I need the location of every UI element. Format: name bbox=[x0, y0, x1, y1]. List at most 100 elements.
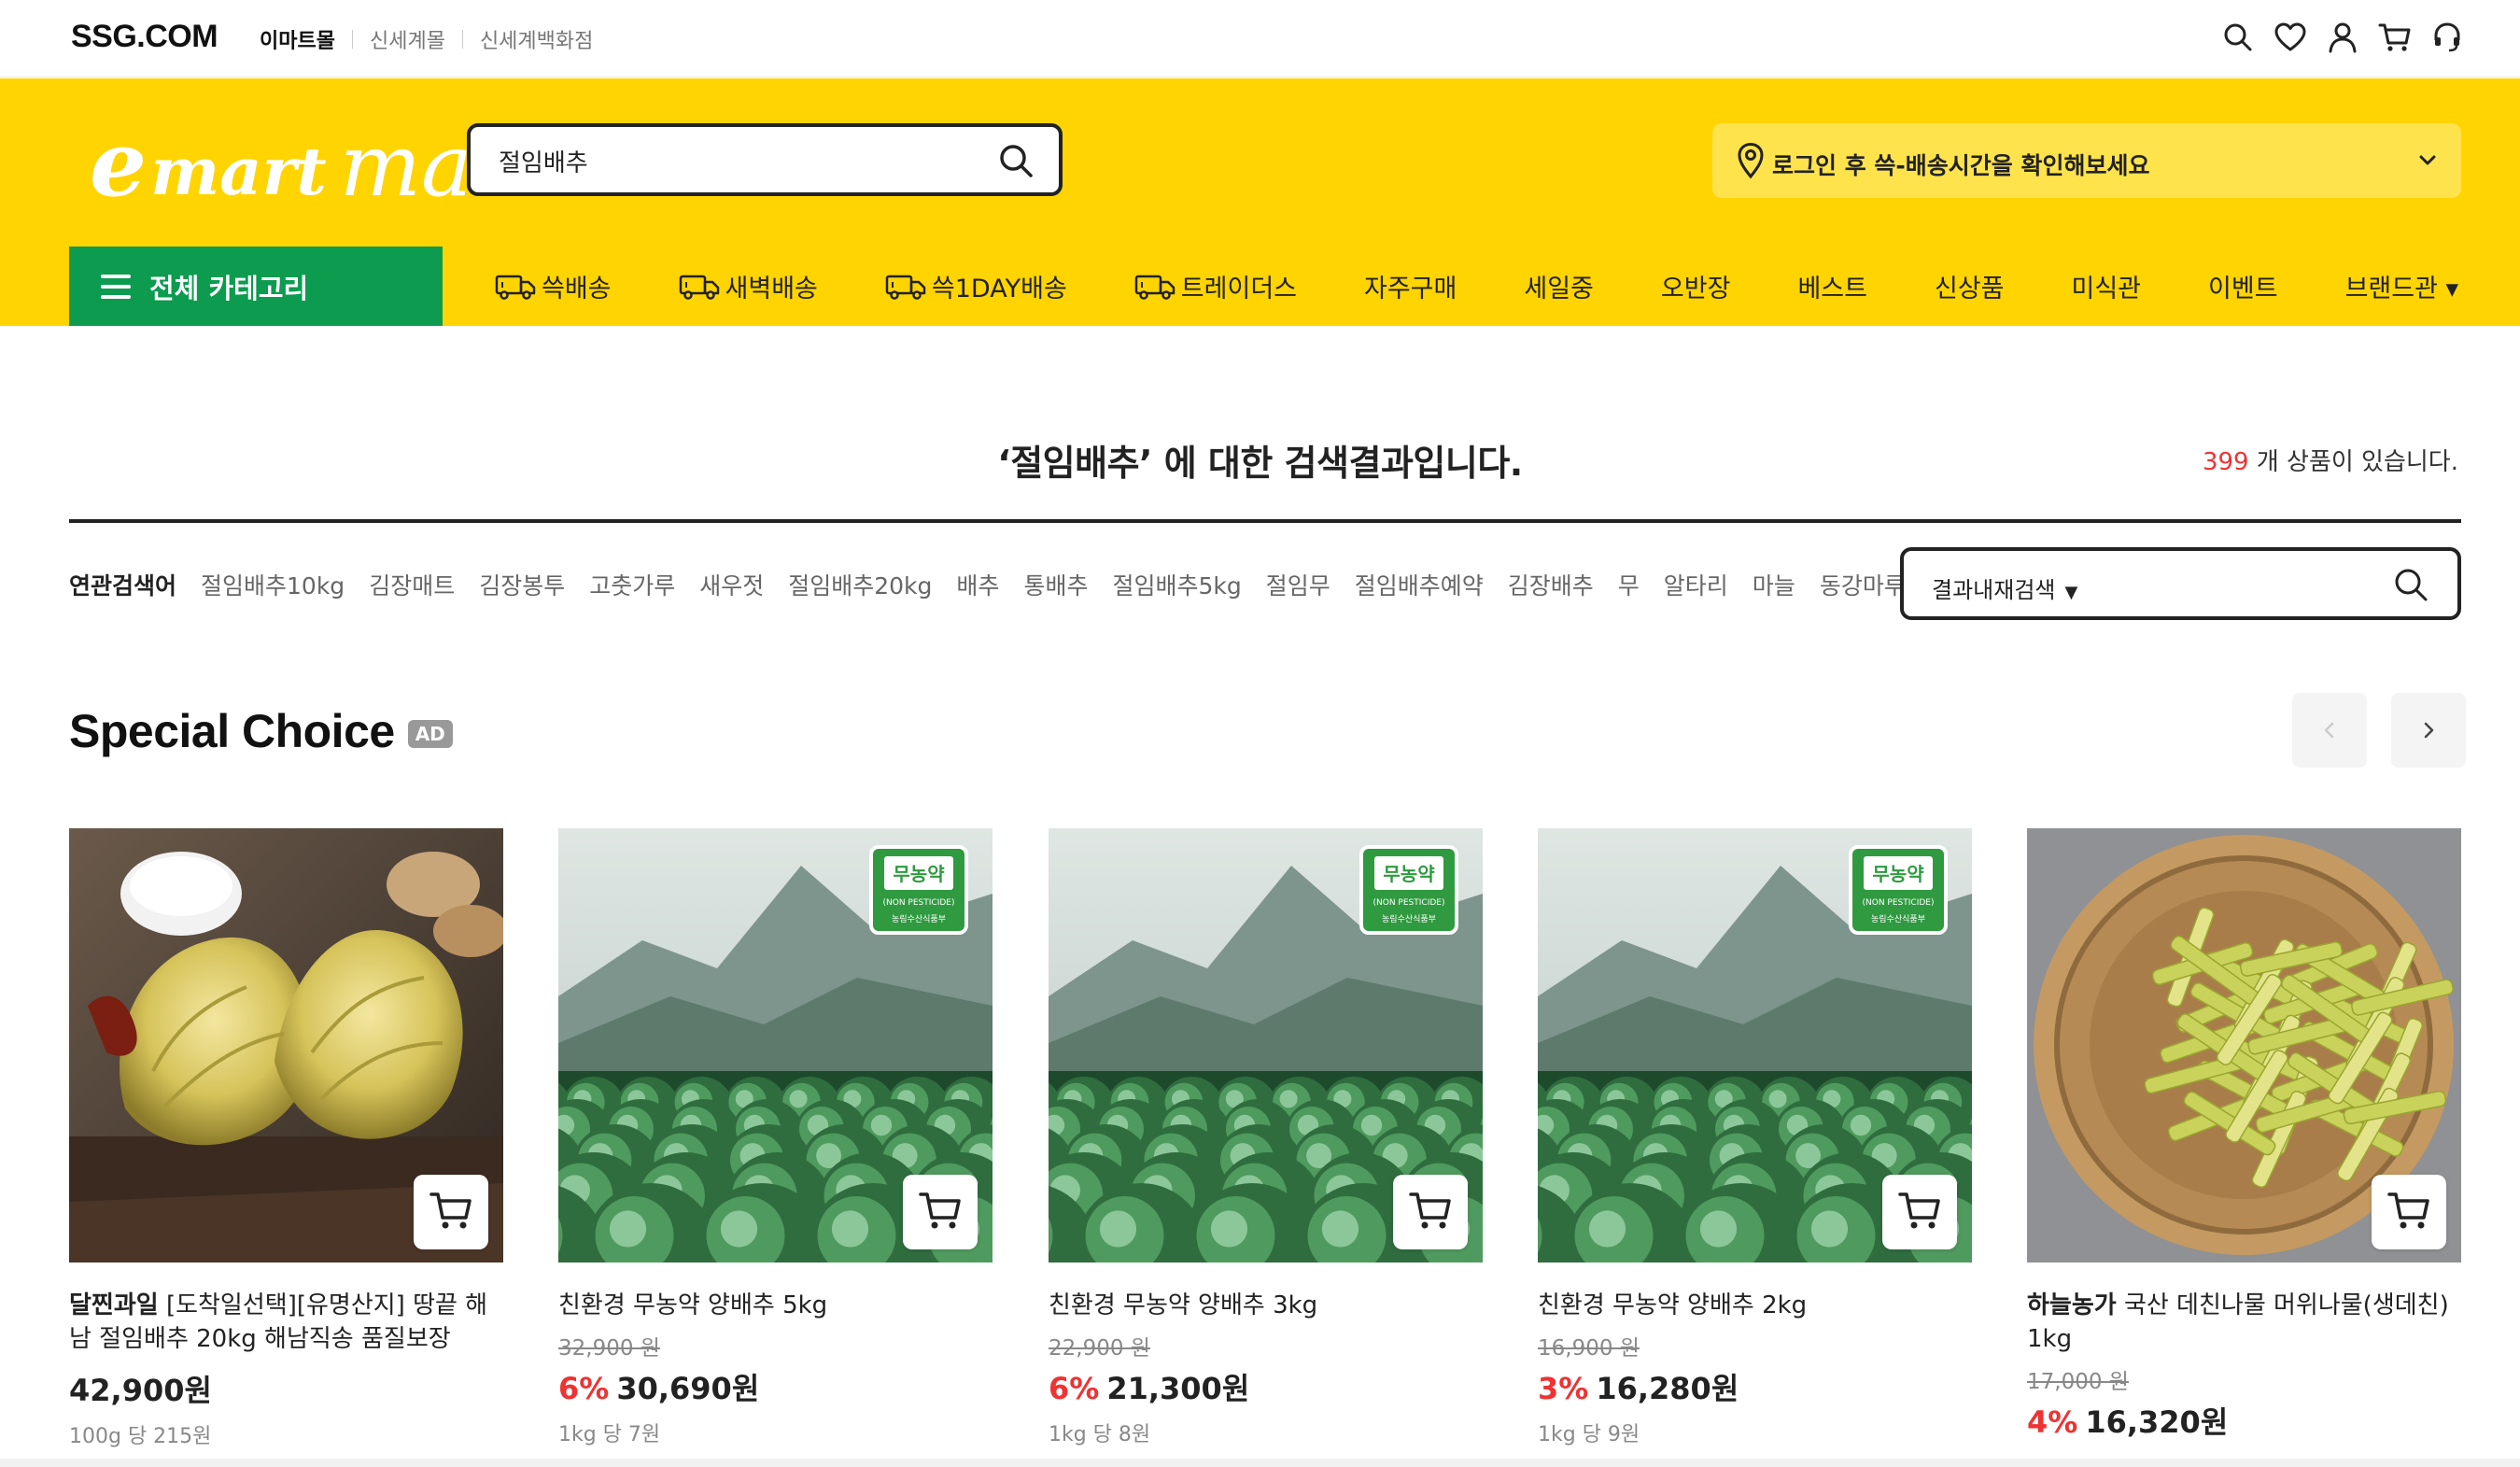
product-image[interactable] bbox=[2027, 828, 2461, 1262]
nav-item[interactable]: 베스트 bbox=[1797, 268, 1867, 304]
add-to-cart-button[interactable] bbox=[1393, 1175, 1468, 1249]
cart-icon bbox=[2386, 1190, 2431, 1234]
related-keyword[interactable]: 절임배추20kg bbox=[788, 568, 932, 601]
all-category-button[interactable]: 전체 카테고리 bbox=[69, 247, 443, 326]
section-title: Special Choice bbox=[69, 705, 395, 757]
product-image[interactable]: 무농약 (NON PESTICIDE) 농림수산식품부 bbox=[1049, 828, 1483, 1262]
nav-item-label: 오반장 bbox=[1660, 275, 1731, 303]
nav-item[interactable]: 쓱배송 bbox=[495, 268, 612, 304]
product-card[interactable]: 무농약 (NON PESTICIDE) 농림수산식품부친환경 무농약 양배추 2kg… bbox=[1538, 828, 1972, 1447]
top-bar: SSG.COM 이마트몰 신세계몰 신세계백화점 bbox=[0, 0, 2520, 78]
product-card[interactable]: 무농약 (NON PESTICIDE) 농림수산식품부친환경 무농약 양배추 5kg… bbox=[558, 828, 993, 1447]
product-name[interactable]: 달찐과일 [도착일선택][유명산지] 땅끝 해남 절임배추 20kg 해남직송 … bbox=[69, 1289, 503, 1356]
headset-icon[interactable] bbox=[2430, 19, 2464, 56]
add-to-cart-button[interactable] bbox=[414, 1175, 488, 1249]
caret-down-icon: ▼ bbox=[2064, 583, 2078, 602]
related-keyword[interactable]: 절임배추5kg bbox=[1112, 568, 1241, 601]
price-value: 42,900원 bbox=[69, 1373, 212, 1408]
product-title: 친환경 무농약 양배추 2kg bbox=[1538, 1291, 1808, 1319]
search-input[interactable] bbox=[499, 144, 984, 177]
related-keyword[interactable]: 절임무 bbox=[1266, 568, 1330, 601]
add-to-cart-button[interactable] bbox=[2372, 1175, 2446, 1249]
related-keyword[interactable]: 무 bbox=[1618, 568, 1640, 601]
nav-item[interactable]: 신상품 bbox=[1935, 268, 2005, 304]
location-pin-icon bbox=[1735, 142, 1768, 179]
discount-rate: 4% bbox=[2027, 1404, 2078, 1440]
related-keyword[interactable]: 김장봉투 bbox=[479, 568, 565, 601]
related-keyword[interactable]: 배추 bbox=[956, 568, 999, 601]
related-keyword[interactable]: 김장배추 bbox=[1508, 568, 1594, 601]
search-icon[interactable] bbox=[2221, 19, 2255, 56]
product-name[interactable]: 하늘농가 국산 데친나물 머위나물(생데친) 1kg bbox=[2027, 1289, 2461, 1356]
original-price: 17,000 원 bbox=[2027, 1370, 2129, 1394]
related-keyword[interactable]: 통배추 bbox=[1023, 568, 1088, 601]
product-brand: 달찐과일 bbox=[69, 1291, 159, 1319]
user-icon[interactable] bbox=[2326, 19, 2359, 56]
product-list: 달찐과일 [도착일선택][유명산지] 땅끝 해남 절임배추 20kg 해남직송 … bbox=[69, 828, 2461, 1467]
related-keyword[interactable]: 새우젓 bbox=[699, 568, 764, 601]
emart-mall-logo[interactable]: e mart mall bbox=[90, 120, 528, 209]
result-count-suffix: 개 상품이 있습니다. bbox=[2248, 448, 2458, 476]
organic-badge-text: 무농약 bbox=[1383, 863, 1435, 885]
next-arrow-button[interactable] bbox=[2391, 693, 2466, 768]
product-card[interactable]: 무농약 (NON PESTICIDE) 농림수산식품부친환경 무농약 양배추 3kg… bbox=[1049, 828, 1483, 1447]
related-keyword[interactable]: 마늘 bbox=[1753, 568, 1795, 601]
price-value: 16,320원 bbox=[2085, 1404, 2229, 1440]
product-image[interactable]: 무농약 (NON PESTICIDE) 농림수산식품부 bbox=[1538, 828, 1972, 1262]
price-value: 21,300원 bbox=[1106, 1371, 1250, 1406]
discount-rate: 6% bbox=[1049, 1371, 1100, 1406]
nav-item[interactable]: 이벤트 bbox=[2208, 268, 2278, 304]
related-keyword[interactable]: 절임배추예약 bbox=[1355, 568, 1484, 601]
nav-item[interactable]: 브랜드관 ▾ bbox=[2345, 268, 2459, 304]
product-card[interactable]: 달찐과일 [도착일선택][유명산지] 땅끝 해남 절임배추 20kg 해남직송 … bbox=[69, 828, 503, 1449]
mall-link-department[interactable]: 신세계백화점 bbox=[480, 24, 593, 54]
truck-icon bbox=[885, 273, 926, 301]
menu-icon bbox=[101, 274, 131, 299]
svg-text:농림수산식품부: 농림수산식품부 bbox=[1871, 913, 1925, 924]
ssg-logo[interactable]: SSG.COM bbox=[71, 19, 218, 55]
carousel-arrows bbox=[2292, 693, 2466, 768]
nav-item-label: 베스트 bbox=[1797, 275, 1867, 303]
original-price: 22,900 원 bbox=[1049, 1336, 1150, 1361]
add-to-cart-button[interactable] bbox=[903, 1175, 978, 1249]
product-image[interactable] bbox=[69, 828, 503, 1262]
price-value: 16,280원 bbox=[1596, 1371, 1739, 1406]
nav-item[interactable]: 트레이더스 bbox=[1134, 268, 1297, 304]
page-bottom-strip bbox=[0, 1459, 2520, 1467]
product-card[interactable]: 하늘농가 국산 데친나물 머위나물(생데친) 1kg 17,000 원 4% 16,3… bbox=[2027, 828, 2461, 1442]
special-choice-header: Special Choice AD bbox=[69, 704, 453, 758]
prev-arrow-button[interactable] bbox=[2292, 693, 2367, 768]
product-name[interactable]: 친환경 무농약 양배추 3kg bbox=[1049, 1289, 1483, 1322]
nav-row: 전체 카테고리 쓱배송 새벽배송 쓱1DAY배송 트레이더스 자주구매 세일중 오반장 베스트… bbox=[0, 247, 2520, 326]
in-result-search-box[interactable]: 결과내재검색 ▼ bbox=[1900, 547, 2461, 620]
divider bbox=[351, 30, 353, 49]
nav-item[interactable]: 오반장 bbox=[1661, 268, 1731, 304]
original-price: 16,900 원 bbox=[1538, 1336, 1640, 1361]
search-icon[interactable] bbox=[2392, 566, 2429, 603]
add-to-cart-button[interactable] bbox=[1882, 1175, 1957, 1249]
nav-item[interactable]: 미식관 bbox=[2072, 268, 2142, 304]
nav-item[interactable]: 새벽배송 bbox=[679, 268, 818, 304]
search-icon[interactable] bbox=[997, 142, 1035, 179]
chevron-right-icon bbox=[2424, 722, 2434, 739]
product-name[interactable]: 친환경 무농약 양배추 5kg bbox=[558, 1289, 993, 1322]
nav-item-label: 신상품 bbox=[1934, 275, 2005, 303]
nav-item[interactable]: 세일중 bbox=[1524, 268, 1594, 304]
nav-item[interactable]: 자주구매 bbox=[1364, 268, 1457, 304]
in-result-search-label[interactable]: 결과내재검색 ▼ bbox=[1932, 571, 2077, 604]
product-image[interactable]: 무농약 (NON PESTICIDE) 농림수산식품부 bbox=[558, 828, 993, 1262]
related-keyword[interactable]: 고춧가루 bbox=[589, 568, 675, 601]
related-keyword[interactable]: 김장매트 bbox=[369, 568, 455, 601]
mall-link-emart[interactable]: 이마트몰 bbox=[260, 24, 335, 54]
related-keyword[interactable]: 절임배추10kg bbox=[201, 568, 345, 601]
product-name[interactable]: 친환경 무농약 양배추 2kg bbox=[1538, 1289, 1972, 1322]
heart-icon[interactable] bbox=[2274, 19, 2307, 56]
related-keyword[interactable]: 알타리 bbox=[1664, 568, 1728, 601]
delivery-time-selector[interactable]: 로그인 후 쓱-배송시간을 확인해보세요 bbox=[1712, 123, 2461, 198]
related-keyword[interactable]: 동강마루 bbox=[1820, 568, 1906, 601]
discount-rate: 3% bbox=[1538, 1371, 1589, 1406]
nav-item[interactable]: 쓱1DAY배송 bbox=[885, 268, 1067, 304]
mall-link-shinsegae[interactable]: 신세계몰 bbox=[370, 24, 445, 54]
cart-icon[interactable] bbox=[2378, 19, 2412, 56]
nav-menu: 쓱배송 새벽배송 쓱1DAY배송 트레이더스 자주구매 세일중 오반장 베스트 신상품 미식관 이벤… bbox=[495, 247, 2458, 326]
